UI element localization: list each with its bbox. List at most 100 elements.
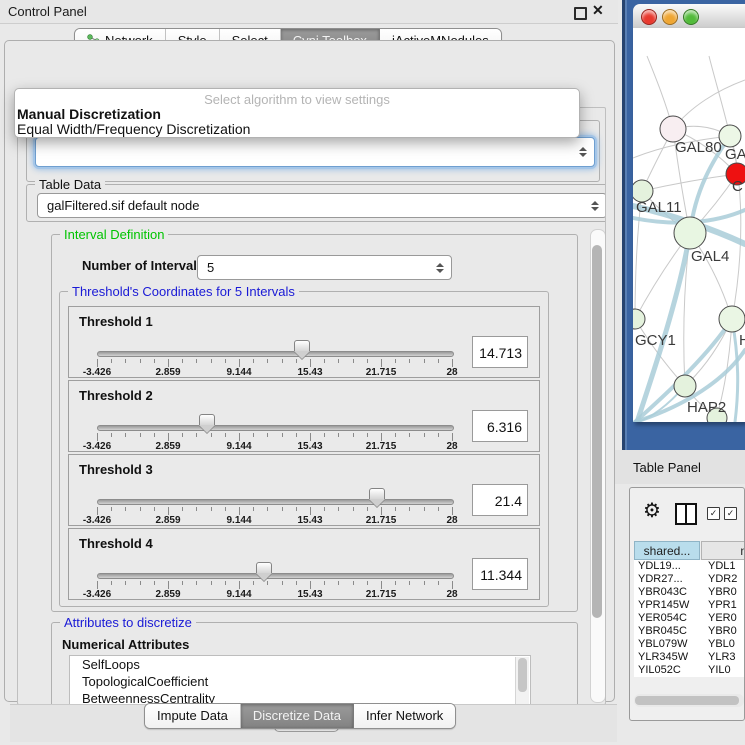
close-icon[interactable]: ✕ — [592, 2, 604, 19]
network-node-label: GA — [725, 146, 745, 163]
algorithm-popup-hint: Select algorithm to view settings — [15, 92, 579, 107]
number-of-intervals-combo[interactable]: 5 — [197, 255, 452, 280]
threshold-label: Threshold 3 — [79, 462, 153, 477]
network-node-gcy1[interactable] — [633, 309, 645, 329]
table-data-combo-value: galFiltered.sif default node — [47, 198, 199, 213]
network-edge — [642, 174, 737, 191]
interval-definition-group-title: Interval Definition — [60, 227, 168, 242]
table-body[interactable]: YDL19...YDL1YDR27... YDR2YBR043CYBR0YPR14… — [634, 560, 745, 677]
slider-thumb[interactable] — [256, 562, 272, 574]
zoom-light[interactable] — [683, 9, 699, 25]
threshold-value-field[interactable]: 11.344 — [472, 558, 528, 590]
table-row[interactable]: YDR27... YDR2 — [634, 573, 745, 586]
slider-track[interactable] — [97, 573, 454, 579]
table-cell: YLR3 — [708, 651, 736, 664]
network-node-label: GCY1 — [635, 332, 676, 349]
table-row[interactable]: YER054CYER0 — [634, 612, 745, 625]
slider-thumb[interactable] — [294, 340, 310, 352]
checkbox-icon[interactable]: ✓ — [724, 507, 737, 520]
threshold-value-field[interactable]: 14.713 — [472, 336, 528, 368]
control-panel-body: Discretization Algorithm Table Data galF… — [4, 40, 615, 702]
settings-vertical-scrollbar[interactable] — [590, 229, 606, 703]
slider-track[interactable] — [97, 425, 454, 431]
table-data-combo[interactable]: galFiltered.sif default node — [37, 193, 606, 218]
tab-discretize-data[interactable]: Discretize Data — [241, 704, 354, 728]
algorithm-option[interactable]: Equal Width/Frequency Discretization — [17, 121, 250, 137]
slider-tick-labels: -3.4262.8599.14415.4321.71528 — [97, 441, 452, 453]
threshold-panel: Threshold 1-3.4262.8599.14415.4321.71528… — [68, 306, 540, 378]
table-row[interactable]: YLR345W YLR3 — [634, 651, 745, 664]
minimize-light[interactable] — [662, 9, 678, 25]
tab-label: Discretize Data — [253, 704, 341, 728]
table-data-group: Table Data galFiltered.sif default node — [26, 184, 606, 222]
table-cell: YDR27... — [638, 573, 683, 586]
network-node-label: H — [739, 332, 745, 349]
attribute-list-item[interactable]: SelfLoops — [70, 656, 530, 673]
network-node-hap2[interactable] — [674, 375, 696, 397]
network-node-label: C — [732, 178, 743, 195]
table-cell: YBR045C — [638, 625, 687, 638]
table-horizontal-scrollbar[interactable] — [634, 694, 744, 707]
slider-thumb[interactable] — [199, 414, 215, 426]
algorithm-dropdown-popup: Select algorithm to view settings Manual… — [14, 88, 580, 138]
column-header-shared[interactable]: shared... — [634, 541, 700, 560]
table-panel-window: ⚙ ✓ ✓ shared... na YDL19...YDL1YDR27...Y… — [629, 487, 745, 721]
slider-tick-labels: -3.4262.8599.14415.4321.71528 — [97, 515, 452, 527]
slider-track[interactable] — [97, 499, 454, 505]
control-panel-title: Control Panel — [8, 4, 87, 19]
threshold-label: Threshold 4 — [79, 536, 153, 551]
combo-stepper-icon — [579, 147, 587, 157]
table-row[interactable]: YBR045CYBR0 — [634, 625, 745, 638]
slider-tick-labels: -3.4262.8599.14415.4321.71528 — [97, 367, 452, 379]
close-light[interactable] — [641, 9, 657, 25]
table-row[interactable]: YIL052C YIL0 — [634, 664, 745, 677]
thresholds-group-title: Threshold's Coordinates for 5 Intervals — [68, 284, 299, 299]
combo-stepper-icon — [591, 201, 599, 211]
column-header-name[interactable]: na — [701, 541, 745, 560]
attributes-list-scrollbar-thumb[interactable] — [518, 658, 527, 692]
threshold-label: Threshold 2 — [79, 388, 153, 403]
tab-impute-data[interactable]: Impute Data — [145, 704, 241, 728]
slider-thumb[interactable] — [369, 488, 385, 500]
interval-definition-group: Interval Definition Number of Intervals … — [51, 234, 578, 612]
table-cell: YIL0 — [708, 664, 731, 677]
cyni-toolbox-tab-bar: Impute Data Discretize Data Infer Network — [144, 703, 456, 729]
table-cell: YBL0 — [708, 638, 735, 651]
algorithm-combo[interactable] — [35, 137, 595, 167]
attribute-list-item[interactable]: TopologicalCoefficient — [70, 673, 530, 690]
threshold-value-field[interactable]: 21.4 — [472, 484, 528, 516]
algorithm-option[interactable]: Manual Discretization — [17, 106, 161, 122]
float-window-icon[interactable] — [574, 7, 587, 20]
table-cell: YIL052C — [638, 664, 681, 677]
table-horizontal-scrollbar-thumb[interactable] — [635, 696, 739, 705]
checkbox-icon[interactable]: ✓ — [707, 507, 720, 520]
table-cell: YBR0 — [708, 586, 737, 599]
table-row[interactable]: YBR043CYBR0 — [634, 586, 745, 599]
table-cell: YER0 — [708, 612, 737, 625]
gear-icon[interactable]: ⚙ — [643, 498, 661, 523]
threshold-panel: Threshold 4-3.4262.8599.14415.4321.71528… — [68, 528, 540, 600]
table-row[interactable]: YPR145WYPR1 — [634, 599, 745, 612]
columns-icon[interactable] — [675, 503, 697, 525]
table-row[interactable]: YDL19...YDL1 — [634, 560, 745, 573]
control-panel-titlebar: Control Panel ✕ — [0, 0, 618, 24]
slider-track[interactable] — [97, 351, 454, 357]
network-node-ga[interactable] — [719, 125, 741, 147]
network-node-h[interactable] — [719, 306, 745, 332]
network-canvas[interactable]: GAL80GACGAL11GAL4GCY1HHAP2 — [633, 28, 745, 422]
settings-vertical-scrollbar-thumb[interactable] — [592, 245, 602, 618]
table-cell: YDL1 — [708, 560, 736, 573]
network-node-label: GAL80 — [675, 139, 722, 156]
network-node-gal4[interactable] — [674, 217, 706, 249]
tab-infer-network[interactable]: Infer Network — [354, 704, 455, 728]
network-node-label: GAL4 — [691, 248, 729, 265]
table-row[interactable]: YBL079WYBL0 — [634, 638, 745, 651]
numerical-attributes-list[interactable]: SelfLoopsTopologicalCoefficientBetweenne… — [69, 655, 531, 705]
table-cell: YLR345W — [638, 651, 688, 664]
screen: Control Panel ✕ NetworkStyleSelectCyni T… — [0, 0, 745, 745]
attributes-list-scrollbar[interactable] — [515, 657, 529, 705]
threshold-value-field[interactable]: 6.316 — [472, 410, 528, 442]
tab-label: Impute Data — [157, 704, 228, 728]
table-panel-title: Table Panel — [633, 460, 701, 475]
table-cell: YDR2 — [708, 573, 737, 586]
